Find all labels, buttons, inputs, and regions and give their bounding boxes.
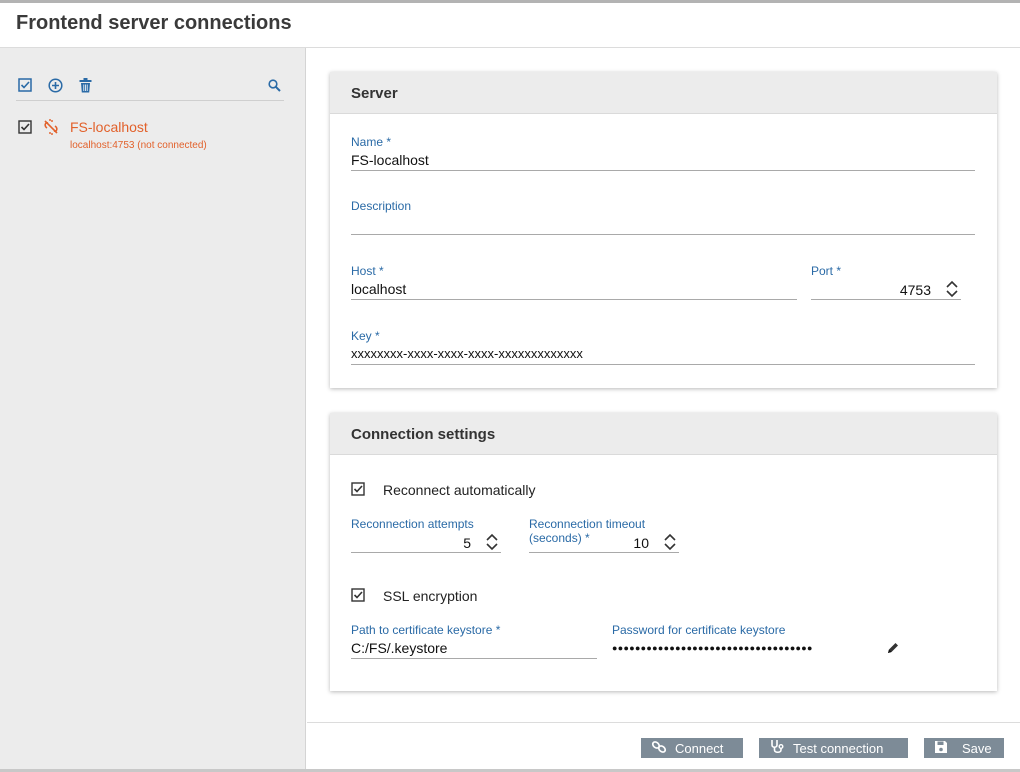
reconnection-timeout-label-1: Reconnection timeout: [529, 517, 646, 531]
ssl-checkbox[interactable]: [351, 588, 365, 607]
reconnection-timeout-value[interactable]: 10: [633, 535, 649, 551]
connection-settings-card: Connection settings Reconnect automatica…: [330, 413, 997, 691]
reconnection-attempts-label: Reconnection attempts: [351, 517, 474, 531]
key-value[interactable]: xxxxxxxx-xxxx-xxxx-xxxx-xxxxxxxxxxxxx: [351, 346, 583, 361]
pencil-icon[interactable]: [886, 641, 900, 660]
stethoscope-icon: [769, 739, 785, 757]
reconnect-label[interactable]: Reconnect automatically: [383, 482, 536, 498]
server-checkbox[interactable]: [18, 120, 32, 139]
sidebar: FS-localhost localhost:4753 (not connect…: [0, 48, 306, 772]
attempts-underline: [351, 552, 501, 553]
save-button-label: Save: [962, 740, 992, 756]
server-list-item-name[interactable]: FS-localhost: [70, 119, 148, 135]
link-icon: [651, 740, 667, 757]
reconnection-timeout-label-2: (seconds) *: [529, 531, 590, 545]
server-list-item-status: localhost:4753 (not connected): [70, 140, 207, 151]
page-header: Frontend server connections: [0, 3, 1020, 48]
keystore-path-value[interactable]: C:/FS/.keystore: [351, 640, 447, 656]
reconnection-attempts-field[interactable]: Reconnection attempts 5: [351, 517, 501, 553]
port-value[interactable]: 4753: [900, 282, 931, 298]
host-value[interactable]: localhost: [351, 281, 406, 297]
port-field[interactable]: Port * 4753: [811, 264, 961, 300]
keystore-password-field[interactable]: Password for certificate keystore ●●●●●●…: [612, 623, 912, 659]
description-field[interactable]: Description: [351, 199, 975, 235]
host-underline: [351, 299, 797, 300]
reconnection-timeout-field[interactable]: Reconnection timeout (seconds) * 10: [529, 517, 679, 553]
name-value[interactable]: FS-localhost: [351, 152, 429, 168]
description-underline: [351, 234, 975, 235]
keystore-password-value[interactable]: ●●●●●●●●●●●●●●●●●●●●●●●●●●●●●●●●●●●: [612, 643, 813, 653]
connect-button[interactable]: Connect: [641, 738, 743, 758]
key-label: Key *: [351, 329, 380, 343]
disconnected-plug-icon: [42, 118, 60, 141]
main-panel: Server Name * FS-localhost Description H…: [307, 48, 1020, 772]
name-underline: [351, 170, 975, 171]
reconnection-attempts-value[interactable]: 5: [463, 535, 471, 551]
save-button[interactable]: Save: [924, 738, 1004, 758]
footer-divider: [307, 722, 1020, 723]
reconnect-checkbox[interactable]: [351, 482, 365, 501]
key-field[interactable]: Key * xxxxxxxx-xxxx-xxxx-xxxx-xxxxxxxxxx…: [351, 329, 975, 365]
page-title: Frontend server connections: [16, 12, 292, 34]
ssl-label[interactable]: SSL encryption: [383, 588, 477, 604]
keystore-path-field[interactable]: Path to certificate keystore * C:/FS/.ke…: [351, 623, 597, 659]
key-underline: [351, 364, 975, 365]
server-card: Server Name * FS-localhost Description H…: [330, 72, 997, 388]
host-label: Host *: [351, 264, 384, 278]
trash-icon[interactable]: [76, 76, 94, 94]
check-all-icon[interactable]: [16, 76, 34, 94]
add-circle-icon[interactable]: [46, 76, 64, 94]
test-connection-button[interactable]: Test connection: [759, 738, 908, 758]
timeout-underline: [529, 552, 679, 553]
floppy-disk-icon: [934, 740, 948, 757]
search-icon[interactable]: [265, 76, 283, 94]
server-card-title: Server: [330, 72, 997, 114]
host-field[interactable]: Host * localhost: [351, 264, 797, 300]
sidebar-divider: [16, 100, 284, 101]
connection-card-title: Connection settings: [330, 413, 997, 455]
port-label: Port *: [811, 264, 842, 278]
keystore-password-label: Password for certificate keystore: [612, 623, 786, 637]
test-connection-button-label: Test connection: [793, 740, 884, 756]
keystore-path-label: Path to certificate keystore *: [351, 623, 501, 637]
description-label: Description: [351, 199, 412, 213]
port-underline: [811, 299, 961, 300]
keystore-path-underline: [351, 658, 597, 659]
name-field[interactable]: Name * FS-localhost: [351, 135, 975, 171]
connect-button-label: Connect: [675, 740, 724, 756]
name-label: Name *: [351, 135, 392, 149]
